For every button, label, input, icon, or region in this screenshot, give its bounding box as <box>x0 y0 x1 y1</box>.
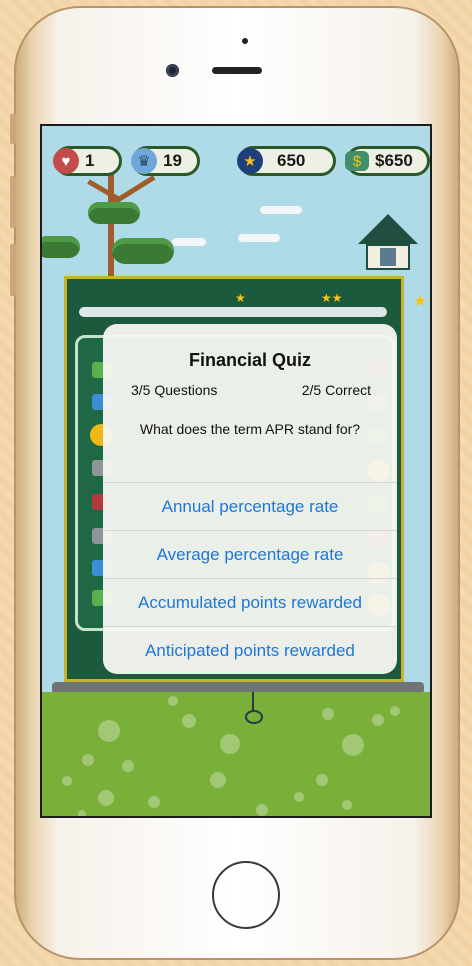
lives-counter: ♥ 1 <box>53 146 122 176</box>
correct-count: 2/5 Correct <box>301 382 371 398</box>
quiz-title: Financial Quiz <box>188 350 312 370</box>
trophy-icon: ♛ <box>131 148 157 174</box>
post-ring <box>245 710 263 724</box>
earpiece-speaker <box>212 67 262 74</box>
star-icon: ★ <box>237 148 263 174</box>
ground-dot <box>98 790 114 806</box>
heart-icon: ♥ <box>53 148 79 174</box>
ground-dot <box>342 734 364 756</box>
ground-dot <box>122 760 134 772</box>
tree-leaves <box>42 236 80 258</box>
ground-dot <box>210 772 226 788</box>
ground <box>42 692 430 816</box>
cloud <box>260 206 302 214</box>
lives-value: 1 <box>85 151 95 170</box>
ground-dot <box>390 706 400 716</box>
ground-dot <box>82 754 94 766</box>
proximity-sensor <box>242 38 248 44</box>
trophies-counter: ♛ 19 <box>131 146 200 176</box>
volume-down-button <box>10 244 16 296</box>
cloud <box>238 234 280 242</box>
house-window <box>380 248 396 266</box>
ground-dot <box>78 810 86 816</box>
ground-dot <box>182 714 196 728</box>
tree-leaves <box>88 202 140 224</box>
question-text: What does the term APR stand for? <box>139 421 361 437</box>
tree-trunk <box>108 166 114 286</box>
side-button <box>10 114 16 144</box>
answer-button[interactable]: Average percentage rate <box>103 530 397 579</box>
home-button[interactable] <box>212 861 280 929</box>
cash-icon: $ <box>345 151 369 171</box>
ground-dot <box>372 714 384 726</box>
ground-dot <box>168 696 178 706</box>
phone-frame: ♥ 1 ♛ 19 ★ 650 $ $650 ★ ★★ ★ Financial Q… <box>10 6 460 960</box>
star-icon: ★ <box>235 291 246 305</box>
ground-dot <box>322 708 334 720</box>
star-icon: ★★ <box>321 291 343 305</box>
stars-counter: ★ 650 <box>237 146 336 176</box>
ground-dot <box>220 734 240 754</box>
quiz-dialog: Financial Quiz 3/5 Questions 2/5 Correct… <box>103 324 397 674</box>
game-screen: ♥ 1 ♛ 19 ★ 650 $ $650 ★ ★★ ★ Financial Q… <box>40 124 432 818</box>
board-track <box>79 307 387 317</box>
volume-up-button <box>10 176 16 228</box>
money-value: $650 <box>375 151 413 170</box>
stars-value: 650 <box>277 151 306 170</box>
house-roof <box>358 214 418 244</box>
answer-button[interactable]: Accumulated points rewarded <box>103 578 397 627</box>
ground-dot <box>62 776 72 786</box>
question-progress: 3/5 Questions <box>131 382 218 398</box>
ground-dot <box>148 796 160 808</box>
star-icon: ★ <box>413 293 428 310</box>
answer-button[interactable]: Annual percentage rate <box>103 482 397 531</box>
ground-dot <box>294 792 304 802</box>
ground-dot <box>342 800 352 810</box>
trophies-value: 19 <box>163 151 182 170</box>
answer-button[interactable]: Anticipated points rewarded <box>103 626 397 674</box>
ground-dot <box>256 804 268 816</box>
house <box>358 214 418 270</box>
tree-leaves <box>112 238 174 264</box>
money-counter: $ $650 <box>345 146 430 176</box>
ground-dot <box>98 720 120 742</box>
cloud <box>172 238 206 246</box>
front-camera <box>166 64 179 77</box>
post-pole <box>252 692 254 712</box>
ground-dot <box>316 774 328 786</box>
